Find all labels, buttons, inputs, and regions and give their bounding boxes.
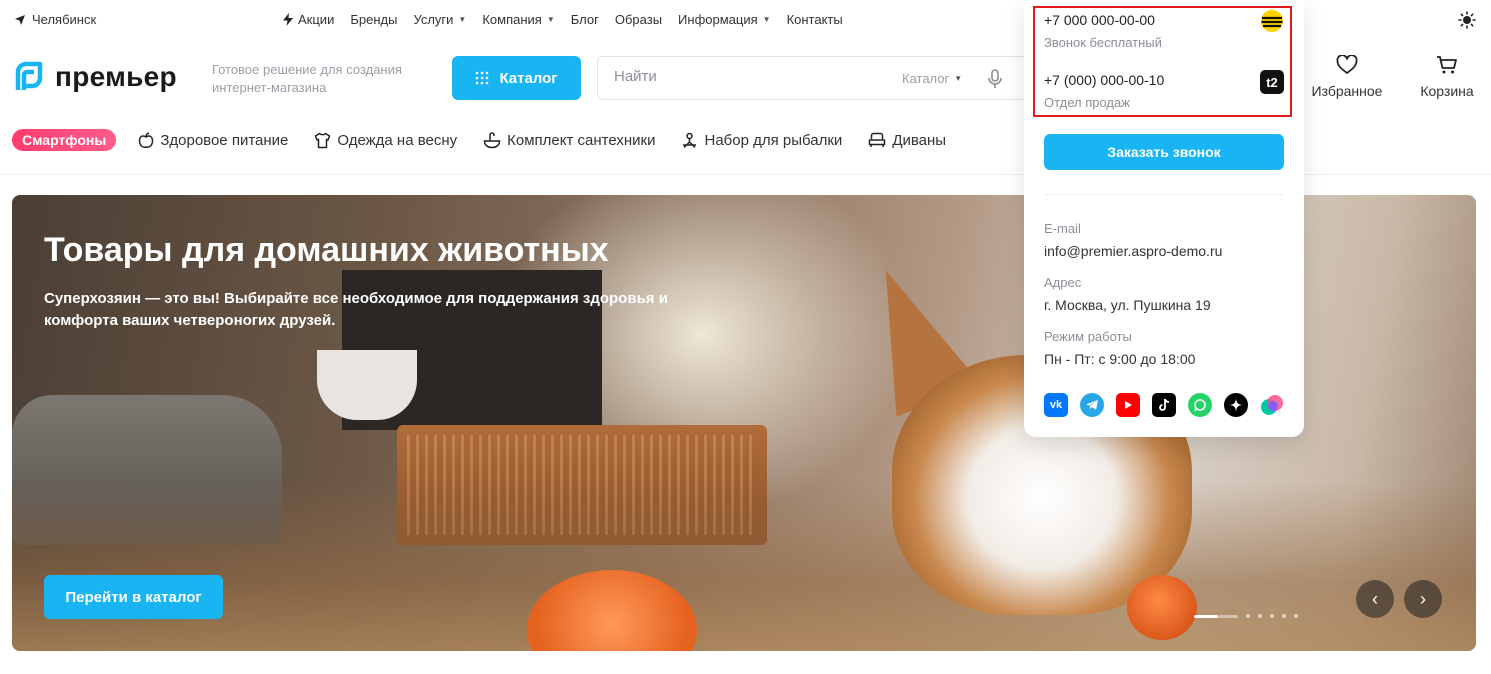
request-call-button[interactable]: Заказать звонок: [1044, 134, 1284, 170]
category-fishing-set[interactable]: Набор для рыбалки: [681, 132, 842, 149]
shirt-icon: [314, 132, 331, 149]
favorites-button[interactable]: Избранное: [1302, 55, 1392, 99]
banner-planter-image: [317, 350, 417, 420]
caret-down-icon: ▼: [762, 15, 771, 24]
heart-icon: [1302, 55, 1392, 75]
cart-icon: [1408, 55, 1486, 75]
slider-dot[interactable]: [1270, 614, 1274, 618]
nav-item-blog[interactable]: Блог: [571, 12, 599, 27]
caret-down-icon: ▼: [458, 15, 467, 24]
email-link[interactable]: info@premier.aspro-demo.ru: [1044, 243, 1222, 259]
caret-down-icon: ▼: [954, 74, 963, 83]
catalog-button-label: Каталог: [499, 69, 558, 87]
banner-title: Товары для домашних животных: [44, 231, 609, 269]
address-label: Адрес: [1044, 275, 1082, 290]
category-label: Одежда на весну: [337, 131, 458, 149]
slider-dot[interactable]: [1246, 614, 1250, 618]
logo-mark-icon: [12, 60, 46, 94]
nav-item-label: Контакты: [786, 12, 843, 27]
slider-dot[interactable]: [1258, 614, 1262, 618]
site-slogan: Готовое решение для создания интернет-ма…: [212, 62, 402, 95]
category-bar: Смартфоны Здоровое питание Одежда на вес…: [12, 129, 946, 151]
cart-button[interactable]: Корзина: [1408, 55, 1486, 99]
nav-item-contacts[interactable]: Контакты: [787, 12, 843, 27]
category-healthy-food[interactable]: Здоровое питание: [138, 132, 288, 149]
address-value: г. Москва, ул. Пушкина 19: [1044, 297, 1211, 313]
slider-dot[interactable]: [1294, 614, 1298, 618]
nav-item-label: Бренды: [350, 12, 398, 27]
popup-divider: [1044, 194, 1284, 195]
nav-item-label: Образы: [614, 12, 663, 27]
nav-item-promo[interactable]: Акции: [282, 12, 334, 27]
category-sofas[interactable]: Диваны: [868, 132, 946, 149]
nav-item-brands[interactable]: Бренды: [350, 12, 397, 27]
nav-item-label: Информация: [678, 12, 758, 27]
lightning-icon: [282, 13, 294, 26]
microphone-icon[interactable]: [987, 69, 1003, 89]
favorites-label: Избранное: [1311, 83, 1383, 99]
logo-text: премьер: [55, 61, 177, 92]
chevron-right-icon: ›: [1420, 588, 1426, 609]
category-plumbing-set[interactable]: Комплект сантехники: [483, 132, 655, 149]
site-logo[interactable]: премьер: [12, 60, 177, 94]
category-label: Набор для рыбалки: [704, 131, 843, 149]
category-spring-clothes[interactable]: Одежда на весну: [314, 132, 457, 149]
sun-icon[interactable]: [1458, 11, 1476, 29]
search-bar: Каталог ▼: [597, 56, 1037, 100]
phones-highlight-box: [1033, 6, 1292, 117]
sofa-icon: [868, 132, 886, 148]
slider-dot-active[interactable]: [1194, 614, 1218, 618]
slider-prev-button[interactable]: ‹: [1356, 580, 1394, 618]
location-arrow-icon: [14, 14, 26, 26]
category-label: Диваны: [892, 131, 947, 149]
category-label: Комплект сантехники: [507, 131, 656, 149]
whatsapp-icon[interactable]: [1188, 393, 1212, 417]
slider-dot[interactable]: [1282, 614, 1286, 618]
nav-item-label: Компания: [482, 12, 542, 27]
slider-next-button[interactable]: ›: [1404, 580, 1442, 618]
odnoklassniki-icon[interactable]: [1260, 393, 1284, 417]
sink-icon: [483, 131, 501, 149]
apple-icon: [138, 131, 154, 149]
banner-text: Суперхозяин — это вы! Выбирайте все необ…: [44, 290, 668, 329]
banner-ball-image: [1127, 575, 1197, 640]
fishing-icon: [681, 132, 698, 149]
catalog-button[interactable]: Каталог: [452, 56, 581, 100]
banner-floor: [12, 481, 1476, 651]
zen-icon[interactable]: [1224, 393, 1248, 417]
category-badge: Смартфоны: [12, 129, 117, 151]
category-smartphones[interactable]: Смартфоны: [12, 129, 117, 151]
go-to-catalog-button[interactable]: Перейти в каталог: [44, 575, 223, 619]
vk-icon[interactable]: vk: [1044, 393, 1068, 417]
city-selector[interactable]: Челябинск: [14, 12, 96, 27]
nav-item-looks[interactable]: Образы: [615, 12, 662, 27]
nav-item-label: Блог: [570, 12, 599, 27]
tiktok-icon[interactable]: [1152, 393, 1176, 417]
search-scope-label: Каталог: [902, 71, 950, 86]
cart-label: Корзина: [1420, 83, 1474, 99]
nav-item-info[interactable]: Информация ▼: [678, 12, 771, 27]
search-input[interactable]: [614, 68, 874, 85]
youtube-icon[interactable]: [1116, 393, 1140, 417]
category-label: Здоровое питание: [160, 131, 289, 149]
email-label: E-mail: [1044, 221, 1081, 236]
nav-item-company[interactable]: Компания ▼: [482, 12, 554, 27]
slider-pagination: [1194, 614, 1298, 618]
hours-label: Режим работы: [1044, 329, 1132, 344]
nav-item-services[interactable]: Услуги ▼: [413, 12, 466, 27]
nav-item-label: Акции: [298, 12, 335, 27]
caret-down-icon: ▼: [546, 15, 555, 24]
chevron-left-icon: ‹: [1372, 588, 1378, 609]
nav-item-label: Услуги: [413, 12, 454, 27]
search-scope-select[interactable]: Каталог ▼: [902, 71, 962, 86]
top-nav: Акции Бренды Услуги ▼ Компания ▼ Блог Обра…: [282, 12, 843, 27]
city-label: Челябинск: [32, 12, 97, 27]
social-links: vk: [1044, 393, 1284, 417]
grid-dots-icon: [475, 71, 489, 85]
hours-value: Пн - Пт: с 9:00 до 18:00: [1044, 351, 1196, 367]
telegram-icon[interactable]: [1080, 393, 1104, 417]
slider-dot[interactable]: [1218, 614, 1238, 618]
